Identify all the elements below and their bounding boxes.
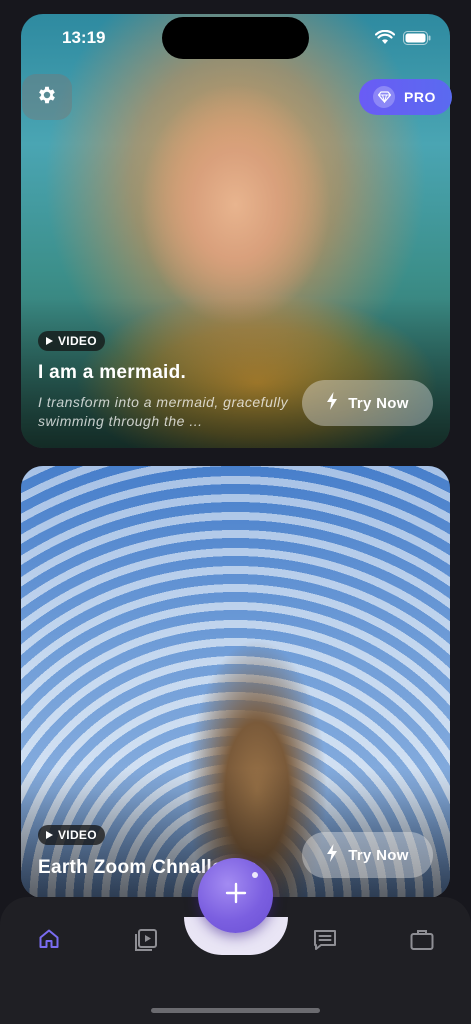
video-badge: VIDEO (38, 825, 105, 845)
pro-label: PRO (404, 89, 436, 105)
dynamic-island (162, 17, 309, 59)
template-card-earth-zoom[interactable]: VIDEO Earth Zoom Chnallenge Try Now (21, 466, 450, 898)
home-icon (37, 927, 61, 956)
fab-highlight (252, 872, 258, 878)
briefcase-icon (409, 927, 435, 958)
video-badge-label: VIDEO (58, 828, 97, 842)
diamond-icon (373, 86, 395, 108)
chat-icon (312, 927, 338, 958)
try-now-button[interactable]: Try Now (302, 832, 433, 878)
plus-icon (225, 882, 247, 909)
try-now-button[interactable]: Try Now (302, 380, 433, 426)
video-badge: VIDEO (38, 331, 105, 351)
video-badge-label: VIDEO (58, 334, 97, 348)
video-library-icon (133, 927, 159, 958)
tab-videos[interactable] (133, 927, 159, 958)
gear-icon (36, 84, 58, 111)
create-button[interactable] (198, 858, 273, 933)
status-time: 13:19 (62, 28, 106, 47)
card-description: I transform into a mermaid, gracefully s… (38, 394, 289, 429)
home-indicator (151, 1008, 320, 1013)
battery-icon (403, 30, 431, 45)
tab-messages[interactable] (312, 927, 338, 958)
card-title: I am a mermaid. (38, 362, 187, 383)
status-icons (375, 30, 431, 45)
status-bar: 13:19 (0, 0, 471, 60)
settings-button[interactable] (22, 74, 72, 120)
pro-upgrade-button[interactable]: PRO (359, 79, 452, 115)
try-now-label: Try Now (348, 394, 409, 412)
tab-home[interactable] (37, 927, 61, 956)
bolt-icon (326, 844, 338, 866)
tab-portfolio[interactable] (409, 927, 435, 958)
play-icon (46, 831, 53, 839)
try-now-label: Try Now (348, 846, 409, 864)
play-icon (46, 337, 53, 345)
wifi-icon (375, 30, 395, 45)
bolt-icon (326, 392, 338, 414)
